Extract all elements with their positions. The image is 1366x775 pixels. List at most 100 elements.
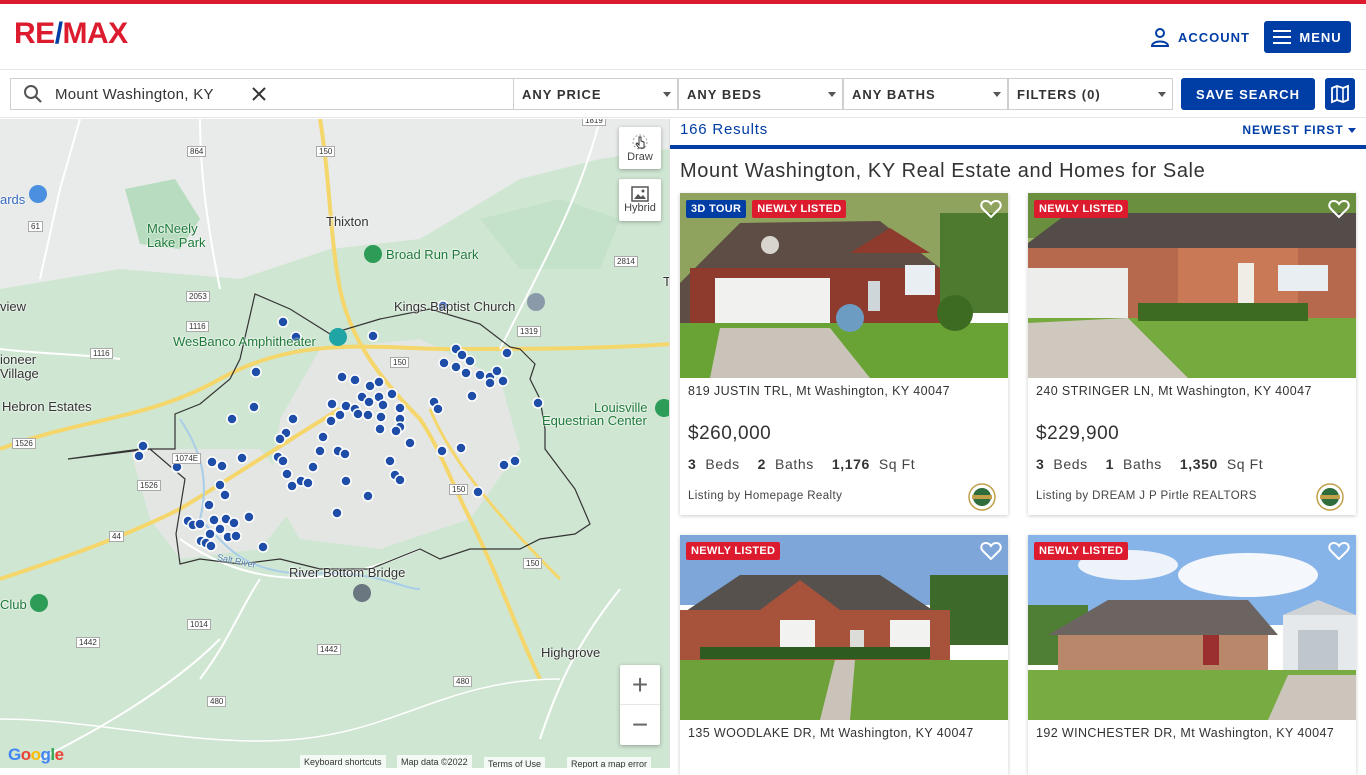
clear-search-icon[interactable]	[251, 86, 267, 102]
route-shield: 44	[109, 531, 124, 542]
account-link[interactable]: ACCOUNT	[1150, 24, 1250, 50]
map-label-club: Club	[0, 597, 27, 612]
map-label-equestrian: Equestrian Center	[542, 413, 647, 428]
listing-address[interactable]: 192 WINCHESTER DR, Mt Washington, KY 400…	[1036, 726, 1350, 740]
draw-button[interactable]: Draw	[619, 127, 661, 169]
listing-stats: 3 Beds 2 Baths 1,176 Sq Ft	[688, 456, 916, 472]
results-header: 166 Results NEWEST FIRST	[670, 119, 1366, 149]
beds-dropdown[interactable]: ANY BEDS	[678, 78, 843, 110]
route-shield: 864	[187, 146, 207, 157]
chevron-down-icon	[1158, 92, 1166, 97]
user-icon	[1150, 28, 1170, 47]
listing-price: $260,000	[688, 423, 772, 444]
map-label-mcneely: McNeely	[147, 221, 198, 236]
route-shield: 1442	[76, 637, 100, 648]
heart-icon[interactable]	[980, 199, 1002, 224]
search-input[interactable]	[55, 85, 245, 103]
zoom-in-button[interactable]: +	[620, 665, 660, 705]
terms-link[interactable]: Terms of Use	[484, 757, 546, 768]
listing-photo[interactable]: NEWLY LISTED	[1028, 193, 1356, 378]
account-label: ACCOUNT	[1178, 29, 1250, 45]
heart-icon[interactable]	[980, 541, 1002, 566]
map-icon	[1331, 84, 1349, 104]
filters-dropdown[interactable]: FILTERS (0)	[1008, 78, 1173, 110]
route-shield: 480	[207, 696, 227, 707]
listing-badges: NEWLY LISTED	[1034, 542, 1129, 560]
map-label-hebron: Hebron Estates	[2, 399, 92, 414]
badge-3d-tour[interactable]: 3D TOUR	[686, 200, 747, 218]
site-header: RE/MAX ACCOUNT MENU	[0, 4, 1366, 70]
listing-address[interactable]: 135 WOODLAKE DR, Mt Washington, KY 40047	[688, 726, 1002, 740]
listing-card[interactable]: 3D TOUR NEWLY LISTED 819 JUSTIN TRL, Mt …	[680, 193, 1008, 515]
map-view-button[interactable]	[1325, 78, 1355, 110]
route-shield: 150	[449, 484, 469, 495]
price-dropdown[interactable]: ANY PRICE	[513, 78, 678, 110]
chevron-down-icon	[1348, 128, 1356, 134]
map-label-thixton: Thixton	[326, 214, 369, 229]
listing-card[interactable]: NEWLY LISTED 192 WINCHESTER DR, Mt Washi…	[1028, 535, 1356, 775]
map-label-ards: ards	[0, 192, 26, 207]
route-shield: 150	[316, 146, 336, 157]
map-label-lake-park: Lake Park	[147, 235, 206, 250]
save-search-button[interactable]: SAVE SEARCH	[1181, 78, 1315, 110]
page-title: Mount Washington, KY Real Estate and Hom…	[680, 160, 1206, 182]
hamburger-icon	[1273, 30, 1292, 44]
sort-dropdown[interactable]: NEWEST FIRST	[1242, 123, 1356, 137]
chevron-down-icon	[993, 92, 1001, 97]
route-shield: 1319	[517, 326, 541, 337]
heart-icon[interactable]	[1328, 541, 1350, 566]
listing-badges: NEWLY LISTED	[686, 542, 781, 560]
map-label-view: view	[0, 299, 27, 314]
listing-address[interactable]: 819 JUSTIN TRL, Mt Washington, KY 40047	[688, 384, 1002, 398]
listing-agent: Listing by Homepage Realty	[688, 490, 843, 502]
listing-photo[interactable]: 3D TOUR NEWLY LISTED	[680, 193, 1008, 378]
listing-photo[interactable]: NEWLY LISTED	[1028, 535, 1356, 720]
menu-label: MENU	[1299, 29, 1342, 45]
route-shield: 1014	[187, 619, 211, 630]
zoom-control: + −	[620, 665, 660, 745]
route-shield: 480	[453, 676, 473, 687]
map-label-broad-run-park[interactable]: Broad Run Park	[386, 247, 479, 262]
route-shield: 150	[390, 357, 410, 368]
zoom-out-button[interactable]: −	[620, 705, 660, 745]
listing-photo[interactable]: NEWLY LISTED	[680, 535, 1008, 720]
menu-button[interactable]: MENU	[1264, 21, 1351, 53]
badge-newly-listed: NEWLY LISTED	[752, 200, 847, 218]
route-shield: 2053	[186, 291, 210, 302]
route-shield: 1442	[317, 644, 341, 655]
listing-card[interactable]: NEWLY LISTED 240 STRINGER LN, Mt Washing…	[1028, 193, 1356, 515]
route-shield: 1074E	[172, 453, 202, 464]
badge-newly-listed: NEWLY LISTED	[1034, 200, 1129, 218]
map-label-kings-baptist[interactable]: Kings Baptist Church	[394, 299, 515, 314]
chevron-down-icon	[828, 92, 836, 97]
results-count: 166 Results	[680, 121, 769, 138]
route-shield: 1819	[582, 119, 606, 126]
baths-dropdown[interactable]: ANY BATHS	[843, 78, 1008, 110]
map-label-highgrove: Highgrove	[541, 645, 601, 660]
map-label-pioneer: ioneer	[0, 352, 37, 367]
mls-logo-icon	[1316, 483, 1344, 511]
map-label-river-bottom: River Bottom Bridge	[289, 565, 406, 580]
route-shield: 2814	[614, 256, 638, 267]
remax-logo[interactable]: RE/MAX	[14, 17, 128, 51]
listing-address[interactable]: 240 STRINGER LN, Mt Washington, KY 40047	[1036, 384, 1350, 398]
image-icon	[631, 186, 649, 202]
listing-stats: 3 Beds 1 Baths 1,350 Sq Ft	[1036, 456, 1264, 472]
route-shield: 1116	[186, 321, 209, 332]
route-shield: 150	[523, 558, 543, 569]
filter-bar: ANY PRICE ANY BEDS ANY BATHS FILTERS (0)…	[0, 70, 1366, 118]
heart-icon[interactable]	[1328, 199, 1350, 224]
listing-agent: Listing by DREAM J P Pirtle REALTORS	[1036, 490, 1257, 502]
keyboard-shortcuts-link[interactable]: Keyboard shortcuts	[300, 755, 386, 768]
map-label-wesbanco[interactable]: WesBanco Amphitheater	[173, 334, 316, 349]
hand-pointer-icon	[632, 134, 648, 150]
listing-badges: NEWLY LISTED	[1034, 200, 1129, 218]
search-icon[interactable]	[11, 84, 55, 104]
report-map-error-link[interactable]: Report a map error	[567, 757, 652, 768]
map-label-village: Village	[0, 366, 39, 381]
map-panel[interactable]: Thixton Broad Run Park Kings Baptist Chu…	[0, 119, 670, 768]
google-logo[interactable]: Google	[8, 745, 64, 765]
route-shield: 1116	[90, 348, 113, 359]
listing-card[interactable]: NEWLY LISTED 135 WOODLAKE DR, Mt Washing…	[680, 535, 1008, 775]
hybrid-button[interactable]: Hybrid	[619, 179, 661, 221]
